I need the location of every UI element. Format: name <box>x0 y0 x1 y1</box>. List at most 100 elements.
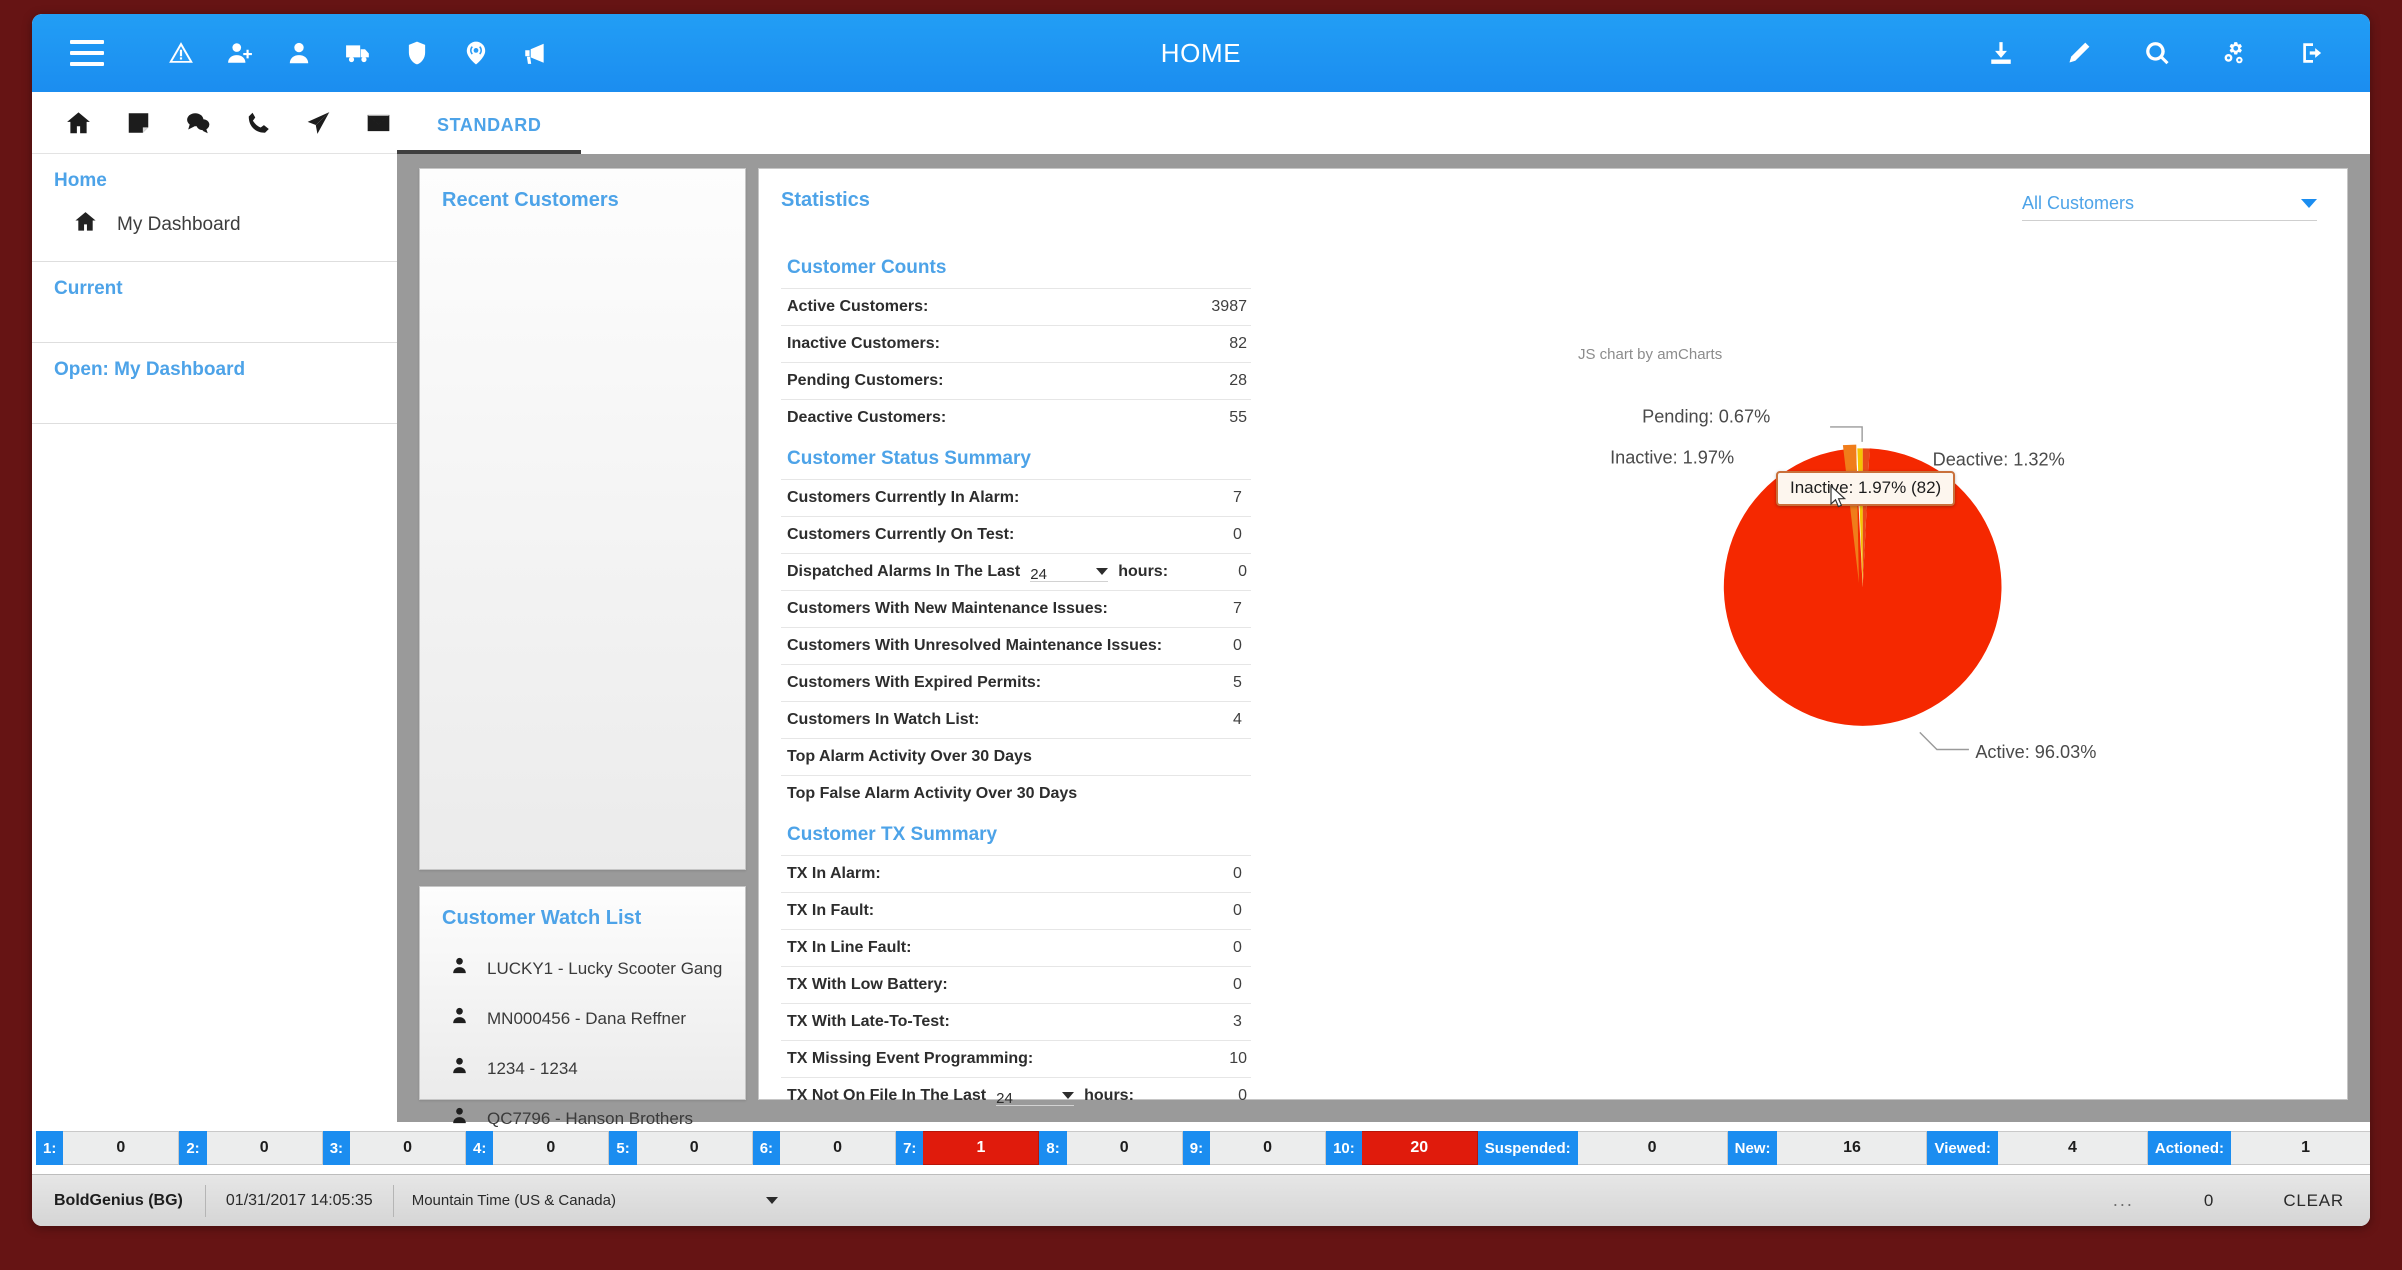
watch-list-item[interactable]: MN000456 - Dana Reffner <box>450 994 745 1044</box>
sidebar-heading-open-my-dashboard[interactable]: Open: My Dashboard <box>32 343 397 393</box>
status-chip[interactable]: 1: 0 <box>36 1131 180 1165</box>
statistics-row-label: Customers Currently On Test: <box>787 526 1015 543</box>
statistics-row[interactable]: TX With Low Battery: 0 <box>781 966 1251 1003</box>
status-chip[interactable]: 10: 20 <box>1326 1131 1478 1165</box>
statistics-row[interactable]: TX Not On File In The Last 24 hours: 0 <box>781 1077 1251 1114</box>
status-chip[interactable]: 4: 0 <box>466 1131 610 1165</box>
statistics-row[interactable]: Customers With Expired Permits: 5 <box>781 664 1251 701</box>
statistics-row[interactable]: TX In Fault: 0 <box>781 892 1251 929</box>
statistics-row[interactable]: TX With Late-To-Test: 3 <box>781 1003 1251 1040</box>
statistics-row-label: Customers In Watch List: <box>787 711 980 728</box>
status-chip-value: 0 <box>63 1131 180 1165</box>
status-chip-value: 20 <box>1361 1131 1478 1165</box>
statistics-section-heading: Customer Status Summary <box>787 448 1031 469</box>
note-icon[interactable] <box>124 109 152 137</box>
statistics-row-label: TX In Alarm: <box>787 865 881 882</box>
statistics-row-label: TX With Low Battery: <box>787 976 948 993</box>
statistics-row-label: Customers With Unresolved Maintenance Is… <box>787 637 1163 654</box>
statistics-row[interactable]: TX In Alarm: 0 <box>781 855 1251 892</box>
statistics-row[interactable]: Deactive Customers: 55 <box>781 399 1251 436</box>
status-chip[interactable]: New: 16 <box>1727 1131 1928 1165</box>
signal-pin-icon[interactable] <box>461 38 491 68</box>
sidebar-heading-current[interactable]: Current <box>32 262 397 312</box>
clear-button[interactable]: CLEAR <box>2283 1191 2344 1211</box>
status-chip[interactable]: 8: 0 <box>1039 1131 1183 1165</box>
alarm-warning-icon[interactable] <box>166 38 196 68</box>
statistics-row[interactable]: Pending Customers: 28 <box>781 362 1251 399</box>
pencil-icon[interactable] <box>2064 38 2094 68</box>
home-icon[interactable] <box>64 109 92 137</box>
hours-select[interactable]: 24 <box>1030 563 1109 583</box>
statistics-row[interactable]: TX Missing Event Programming: 10 <box>781 1040 1251 1077</box>
status-chip-key: 1: <box>36 1131 64 1165</box>
overflow-dots[interactable]: ... <box>2113 1190 2134 1211</box>
statistics-row-label: Dispatched Alarms In The Last <box>787 563 1021 580</box>
status-counter-bar: 1: 0 2: 0 3: 0 4: 0 5: 0 6: 0 7: 1 8: 0 9: 0 10: 20 Suspende… <box>32 1122 2370 1174</box>
add-user-icon[interactable] <box>225 38 255 68</box>
tab-standard[interactable]: STANDARD <box>397 115 582 154</box>
sidebar-section-open: Open: My Dashboard <box>32 343 397 424</box>
all-customers-filter-select[interactable]: All Customers <box>2022 193 2317 221</box>
statistics-row-value: 7 <box>1233 489 1242 506</box>
status-chip[interactable]: Suspended: 0 <box>1477 1131 1728 1165</box>
watch-list-item-label: LUCKY1 - Lucky Scooter Gang <box>487 958 723 978</box>
status-chip-value: 0 <box>1577 1131 1728 1165</box>
left-sidebar: Home My Dashboard Current Open: My Dashb… <box>32 92 397 1122</box>
status-chip[interactable]: 2: 0 <box>179 1131 323 1165</box>
truck-icon[interactable] <box>343 38 373 68</box>
status-chip[interactable]: 7: 1 <box>896 1131 1040 1165</box>
status-chip[interactable]: 5: 0 <box>609 1131 753 1165</box>
chat-icon[interactable] <box>184 109 212 137</box>
pie-label-deactive: Deactive: 1.32% <box>1933 449 2065 469</box>
customer-watch-list-title: Customer Watch List <box>442 907 642 929</box>
watch-list-item[interactable]: LUCKY1 - Lucky Scooter Gang <box>450 944 745 994</box>
statistics-row-value: 3987 <box>1211 298 1247 315</box>
statistics-row[interactable]: Customers In Watch List: 4 <box>781 701 1251 738</box>
status-chip[interactable]: 3: 0 <box>322 1131 467 1165</box>
status-chip-key: New: <box>1727 1131 1778 1165</box>
shield-icon[interactable] <box>402 38 432 68</box>
all-customers-filter-value: All Customers <box>2022 193 2135 213</box>
gears-icon[interactable] <box>2220 38 2250 68</box>
statistics-row[interactable]: Top False Alarm Activity Over 30 Days <box>781 775 1251 812</box>
timezone-select[interactable]: Mountain Time (US & Canada) <box>394 1192 778 1209</box>
user-icon[interactable] <box>284 38 314 68</box>
phone-icon[interactable] <box>244 109 272 137</box>
megaphone-icon[interactable] <box>520 38 550 68</box>
statistics-row-value: 28 <box>1229 372 1247 389</box>
status-chip[interactable]: 6: 0 <box>752 1131 897 1165</box>
statistics-panel: Statistics All Customers Customer Counts… <box>758 168 2348 1107</box>
logout-icon[interactable] <box>2298 38 2328 68</box>
statistics-row-label: Customers With Expired Permits: <box>787 674 1042 691</box>
mail-icon[interactable] <box>364 109 392 137</box>
status-chip[interactable]: Actioned: 1 <box>2147 1131 2370 1165</box>
statistics-row[interactable]: Active Customers: 3987 <box>781 288 1251 325</box>
statistics-row-label: Active Customers: <box>787 298 929 315</box>
statistics-row[interactable]: Inactive Customers: 82 <box>781 325 1251 362</box>
status-chip[interactable]: Viewed: 4 <box>1927 1131 2148 1165</box>
status-chip-value: 0 <box>636 1131 753 1165</box>
pie-svg: Pending: 0.67% Inactive: 1.97% Deactive:… <box>1610 407 2096 762</box>
statistics-row-label: Top Alarm Activity Over 30 Days <box>787 748 1032 765</box>
hamburger-menu-icon[interactable] <box>70 40 104 66</box>
statistics-row[interactable]: TX In Line Fault: 0 <box>781 929 1251 966</box>
status-chip[interactable]: 9: 0 <box>1182 1131 1327 1165</box>
statistics-row[interactable]: Top Alarm Activity Over 30 Days <box>781 738 1251 775</box>
status-chip-value: 0 <box>206 1131 323 1165</box>
statistics-row[interactable]: Customers With New Maintenance Issues: 7 <box>781 590 1251 627</box>
sidebar-item-my-dashboard[interactable]: My Dashboard <box>32 204 397 261</box>
search-icon[interactable] <box>2142 38 2172 68</box>
statistics-row[interactable]: Dispatched Alarms In The Last 24 hours: 0 <box>781 553 1251 590</box>
recent-customers-panel: Recent Customers <box>419 168 746 870</box>
watch-list-item[interactable]: 1234 - 1234 <box>450 1044 745 1094</box>
statistics-row[interactable]: Customers With Unresolved Maintenance Is… <box>781 627 1251 664</box>
application-window: HOME Home My Dashboard Current Open: My … <box>32 14 2370 1226</box>
statistics-row[interactable]: Customers Currently In Alarm: 7 <box>781 479 1251 516</box>
statistics-row[interactable]: Customers Currently On Test: 0 <box>781 516 1251 553</box>
send-icon[interactable] <box>304 109 332 137</box>
download-icon[interactable] <box>1986 38 2016 68</box>
hours-select[interactable]: 24 <box>996 1087 1075 1107</box>
status-chip-value: 0 <box>493 1131 610 1165</box>
leader-line-active <box>1919 731 1969 751</box>
sidebar-heading-home[interactable]: Home <box>32 154 397 204</box>
